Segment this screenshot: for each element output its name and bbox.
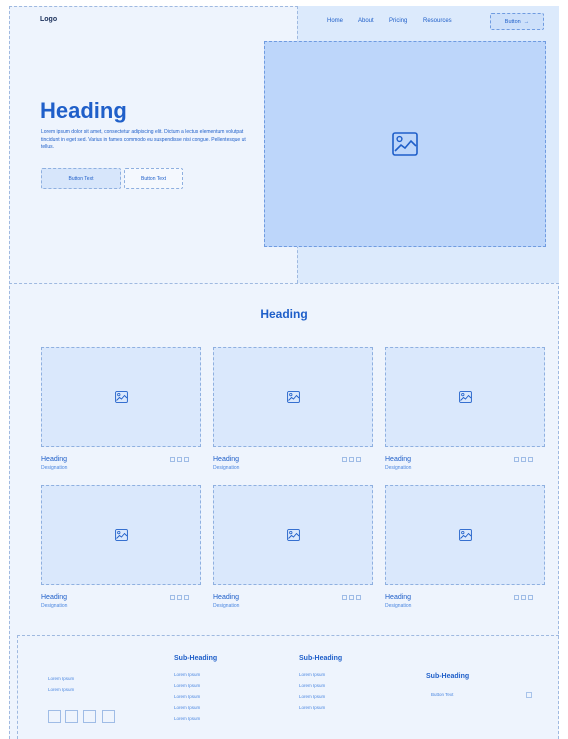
social-icon[interactable]: [356, 595, 361, 600]
hero-image-placeholder: [264, 41, 546, 247]
card-social-icons: [514, 595, 533, 600]
nav-link-resources[interactable]: Resources: [423, 18, 452, 24]
card-heading: Heading: [41, 594, 68, 601]
footer-col1-link[interactable]: Lorem Ipsum: [174, 694, 200, 699]
footer-col2-heading: Sub-Heading: [299, 655, 343, 662]
header-cta-label: Button: [504, 18, 521, 25]
footer: [17, 635, 559, 739]
footer-col2-link[interactable]: Lorem Ipsum: [299, 672, 325, 677]
image-icon: [286, 391, 300, 403]
social-icon[interactable]: [349, 457, 354, 462]
social-icon[interactable]: [521, 457, 526, 462]
card-heading: Heading: [41, 456, 68, 463]
social-icon[interactable]: [170, 457, 175, 462]
card-designation: Designation: [213, 603, 240, 609]
card-designation: Designation: [213, 465, 240, 471]
footer-col1-link[interactable]: Lorem Ipsum: [174, 716, 200, 721]
footer-col2-link[interactable]: Lorem Ipsum: [299, 705, 325, 710]
footer-col1-link[interactable]: Lorem Ipsum: [174, 672, 200, 677]
card-image-placeholder: [41, 485, 201, 585]
card-designation: Designation: [385, 603, 412, 609]
footer-col2-link[interactable]: Lorem Ipsum: [299, 683, 325, 688]
card-heading: Heading: [385, 456, 412, 463]
card-heading: Heading: [213, 594, 240, 601]
card-image-placeholder: [385, 485, 545, 585]
footer-col1-link[interactable]: Lorem Ipsum: [174, 705, 200, 710]
footer-checkbox[interactable]: [526, 692, 532, 698]
team-section-heading: Heading: [260, 307, 308, 321]
card-image-placeholder: [213, 347, 373, 447]
card-social-icons: [170, 457, 189, 462]
card-designation: Designation: [41, 603, 68, 609]
footer-col3-button[interactable]: Button Text: [431, 692, 453, 697]
hero-heading: Heading: [40, 98, 127, 123]
social-icon[interactable]: [184, 457, 189, 462]
card-heading: Heading: [213, 456, 240, 463]
logo[interactable]: Logo: [40, 16, 57, 23]
section-divider: [9, 283, 559, 284]
footer-col2-link[interactable]: Lorem Ipsum: [299, 694, 325, 699]
social-icon[interactable]: [177, 457, 182, 462]
card-social-icons: [170, 595, 189, 600]
social-icon[interactable]: [184, 595, 189, 600]
social-icon[interactable]: [170, 595, 175, 600]
footer-social-icon-2[interactable]: [65, 710, 78, 723]
image-icon: [286, 529, 300, 541]
image-icon: [114, 391, 128, 403]
image-icon: [114, 529, 128, 541]
card-social-icons: [342, 457, 361, 462]
nav-link-home[interactable]: Home: [327, 18, 343, 24]
hero-primary-button[interactable]: Button Text: [41, 168, 121, 189]
nav-link-about[interactable]: About: [358, 18, 374, 24]
card-designation: Designation: [385, 465, 412, 471]
hero-secondary-button[interactable]: Button Text: [124, 168, 183, 189]
hero-paragraph: Lorem ipsum dolor sit amet, consectetur …: [41, 129, 246, 150]
footer-left-text-2: Lorem Ipsum: [48, 687, 75, 692]
header-cta-button[interactable]: Button →: [490, 13, 544, 30]
footer-col3-heading: Sub-Heading: [426, 673, 470, 680]
footer-social-icon-4[interactable]: [102, 710, 115, 723]
card-heading: Heading: [385, 594, 412, 601]
image-icon: [458, 391, 472, 403]
card-social-icons: [342, 595, 361, 600]
social-icon[interactable]: [514, 457, 519, 462]
arrow-right-icon: →: [523, 18, 530, 25]
social-icon[interactable]: [342, 457, 347, 462]
social-icon[interactable]: [349, 595, 354, 600]
footer-left-text-1: Lorem Ipsum: [48, 676, 75, 681]
card-image-placeholder: [41, 347, 201, 447]
footer-col1-link[interactable]: Lorem Ipsum: [174, 683, 200, 688]
image-icon: [392, 132, 418, 156]
social-icon[interactable]: [514, 595, 519, 600]
footer-col1-heading: Sub-Heading: [174, 655, 218, 662]
social-icon[interactable]: [521, 595, 526, 600]
social-icon[interactable]: [342, 595, 347, 600]
card-designation: Designation: [41, 465, 68, 471]
social-icon[interactable]: [177, 595, 182, 600]
card-image-placeholder: [213, 485, 373, 585]
footer-social-icon-3[interactable]: [83, 710, 96, 723]
social-icon[interactable]: [356, 457, 361, 462]
social-icon[interactable]: [528, 457, 533, 462]
image-icon: [458, 529, 472, 541]
card-image-placeholder: [385, 347, 545, 447]
social-icon[interactable]: [528, 595, 533, 600]
nav-link-pricing[interactable]: Pricing: [389, 18, 407, 24]
card-social-icons: [514, 457, 533, 462]
footer-social-icon-1[interactable]: [48, 710, 61, 723]
